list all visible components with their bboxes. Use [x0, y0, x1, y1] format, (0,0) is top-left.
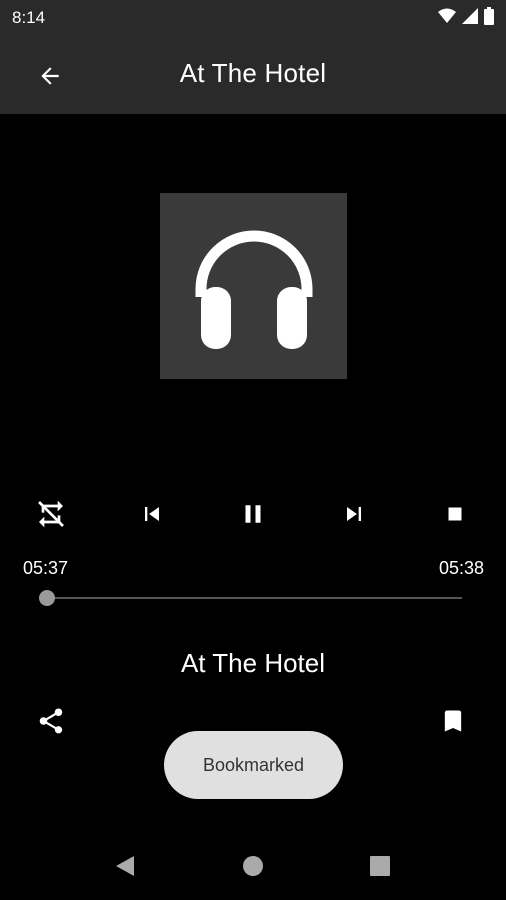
skip-next-icon[interactable] [332, 492, 376, 536]
headphones-icon [179, 219, 329, 354]
battery-icon [484, 6, 494, 30]
toast-message: Bookmarked [164, 731, 343, 799]
total-time: 05:38 [438, 558, 484, 578]
status-time: 8:14 [12, 8, 46, 27]
home-circle-icon[interactable] [235, 848, 271, 884]
share-icon[interactable] [30, 700, 72, 742]
status-icons [438, 6, 494, 30]
toast-text: Bookmarked [202, 754, 305, 775]
app-bar: At The Hotel [0, 36, 506, 114]
pause-icon[interactable] [231, 492, 275, 536]
playback-controls [0, 492, 506, 536]
page-title: At The Hotel [179, 58, 327, 88]
status-bar: 8:14 [0, 0, 506, 36]
wifi-icon [438, 8, 456, 29]
album-artwork [160, 193, 347, 379]
seek-thumb[interactable] [39, 590, 55, 606]
signal-icon [462, 7, 478, 29]
system-nav-bar [0, 834, 506, 900]
bookmark-icon[interactable] [432, 700, 474, 742]
track-title: At The Hotel [180, 648, 326, 678]
shuffle-off-icon[interactable] [29, 492, 73, 536]
recents-square-icon[interactable] [362, 848, 398, 884]
seek-bar[interactable] [46, 597, 462, 599]
back-triangle-icon[interactable] [107, 848, 143, 884]
skip-previous-icon[interactable] [130, 492, 174, 536]
elapsed-time: 05:37 [23, 558, 69, 578]
stop-icon[interactable] [433, 492, 477, 536]
